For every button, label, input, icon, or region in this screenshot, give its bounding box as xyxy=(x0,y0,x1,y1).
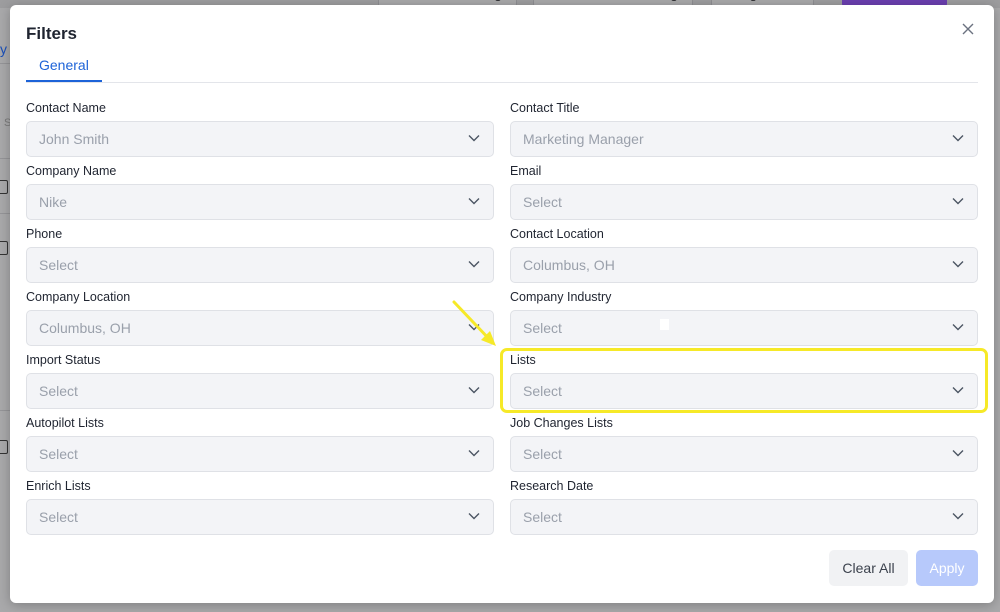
research-date-filter: Research Date Select xyxy=(510,478,978,535)
select-placeholder: Select xyxy=(39,257,78,273)
field-label: Contact Title xyxy=(510,101,580,115)
select-placeholder: Select xyxy=(523,320,562,336)
autopilot-lists-select[interactable]: Select xyxy=(26,436,494,472)
background-left-edge: y S xyxy=(0,0,11,612)
company-location-filter: Company Location Columbus, OH xyxy=(26,289,494,346)
field-label: Enrich Lists xyxy=(26,479,91,493)
field-label: Lists xyxy=(510,353,536,367)
contact-name-select[interactable]: John Smith xyxy=(26,121,494,157)
background-divider xyxy=(0,213,10,214)
select-placeholder: Select xyxy=(39,509,78,525)
chevron-down-icon xyxy=(468,450,480,457)
select-placeholder: Marketing Manager xyxy=(523,131,644,147)
field-label: Research Date xyxy=(510,479,594,493)
enrich-lists-filter: Enrich Lists Select xyxy=(26,478,494,535)
email-filter: Email Select xyxy=(510,163,978,220)
lists-select[interactable]: Select xyxy=(510,373,978,409)
field-label: Phone xyxy=(26,227,63,241)
tab-bar: General xyxy=(26,54,978,83)
field-label: Autopilot Lists xyxy=(26,416,104,430)
lists-filter: Lists Select xyxy=(510,352,978,409)
contact-location-filter: Contact Location Columbus, OH xyxy=(510,226,978,283)
select-placeholder: Select xyxy=(523,383,562,399)
chevron-down-icon xyxy=(468,324,480,331)
background-divider xyxy=(0,410,10,411)
job-changes-lists-filter: Job Changes Lists Select xyxy=(510,415,978,472)
tab-general[interactable]: General xyxy=(26,54,102,82)
select-placeholder: Nike xyxy=(39,194,68,210)
select-placeholder: Select xyxy=(39,383,78,399)
chevron-down-icon xyxy=(952,261,964,268)
field-label: Job Changes Lists xyxy=(510,416,613,430)
background-checkbox xyxy=(0,241,8,255)
modal-title: Filters xyxy=(26,24,78,43)
contact-location-select[interactable]: Columbus, OH xyxy=(510,247,978,283)
autopilot-lists-filter: Autopilot Lists Select xyxy=(26,415,494,472)
chevron-down-icon xyxy=(468,135,480,142)
select-placeholder: Select xyxy=(523,509,562,525)
select-placeholder: Select xyxy=(39,446,78,462)
apply-button[interactable]: Apply xyxy=(916,550,978,586)
background-divider xyxy=(0,63,10,64)
chevron-down-icon xyxy=(952,450,964,457)
import-status-filter: Import Status Select xyxy=(26,352,494,409)
select-placeholder: Columbus, OH xyxy=(523,257,615,273)
field-label: Contact Name xyxy=(26,101,106,115)
image-artifact xyxy=(660,319,669,330)
research-date-select[interactable]: Select xyxy=(510,499,978,535)
field-label: Email xyxy=(510,164,542,178)
field-label: Company Location xyxy=(26,290,131,304)
clear-all-button[interactable]: Clear All xyxy=(829,550,908,586)
select-placeholder: Columbus, OH xyxy=(39,320,131,336)
company-location-select[interactable]: Columbus, OH xyxy=(26,310,494,346)
contact-title-filter: Contact Title Marketing Manager xyxy=(510,100,978,157)
company-name-filter: Company Name Nike xyxy=(26,163,494,220)
filters-modal: Filters General Contact Name John Smith … xyxy=(10,5,994,603)
chevron-down-icon xyxy=(468,261,480,268)
enrich-lists-select[interactable]: Select xyxy=(26,499,494,535)
close-icon[interactable] xyxy=(960,21,976,37)
background-checkbox xyxy=(0,440,8,454)
import-status-select[interactable]: Select xyxy=(26,373,494,409)
job-changes-lists-select[interactable]: Select xyxy=(510,436,978,472)
chevron-down-icon xyxy=(468,198,480,205)
company-industry-filter: Company Industry Select xyxy=(510,289,978,346)
select-placeholder: Select xyxy=(523,194,562,210)
field-label: Company Name xyxy=(26,164,117,178)
chevron-down-icon xyxy=(952,198,964,205)
background-checkbox xyxy=(0,180,8,194)
chevron-down-icon xyxy=(952,513,964,520)
contact-title-select[interactable]: Marketing Manager xyxy=(510,121,978,157)
chevron-down-icon xyxy=(468,387,480,394)
select-placeholder: John Smith xyxy=(39,131,110,147)
phone-select[interactable]: Select xyxy=(26,247,494,283)
background-divider xyxy=(0,158,10,159)
chevron-down-icon xyxy=(468,513,480,520)
field-label: Import Status xyxy=(26,353,101,367)
phone-filter: Phone Select xyxy=(26,226,494,283)
field-label: Company Industry xyxy=(510,290,612,304)
email-select[interactable]: Select xyxy=(510,184,978,220)
company-industry-select[interactable]: Select xyxy=(510,310,978,346)
background-tab-fragment: y xyxy=(0,41,7,57)
chevron-down-icon xyxy=(952,324,964,331)
chevron-down-icon xyxy=(952,135,964,142)
select-placeholder: Select xyxy=(523,446,562,462)
contact-name-filter: Contact Name John Smith xyxy=(26,100,494,157)
field-label: Contact Location xyxy=(510,227,604,241)
company-name-select[interactable]: Nike xyxy=(26,184,494,220)
chevron-down-icon xyxy=(952,387,964,394)
